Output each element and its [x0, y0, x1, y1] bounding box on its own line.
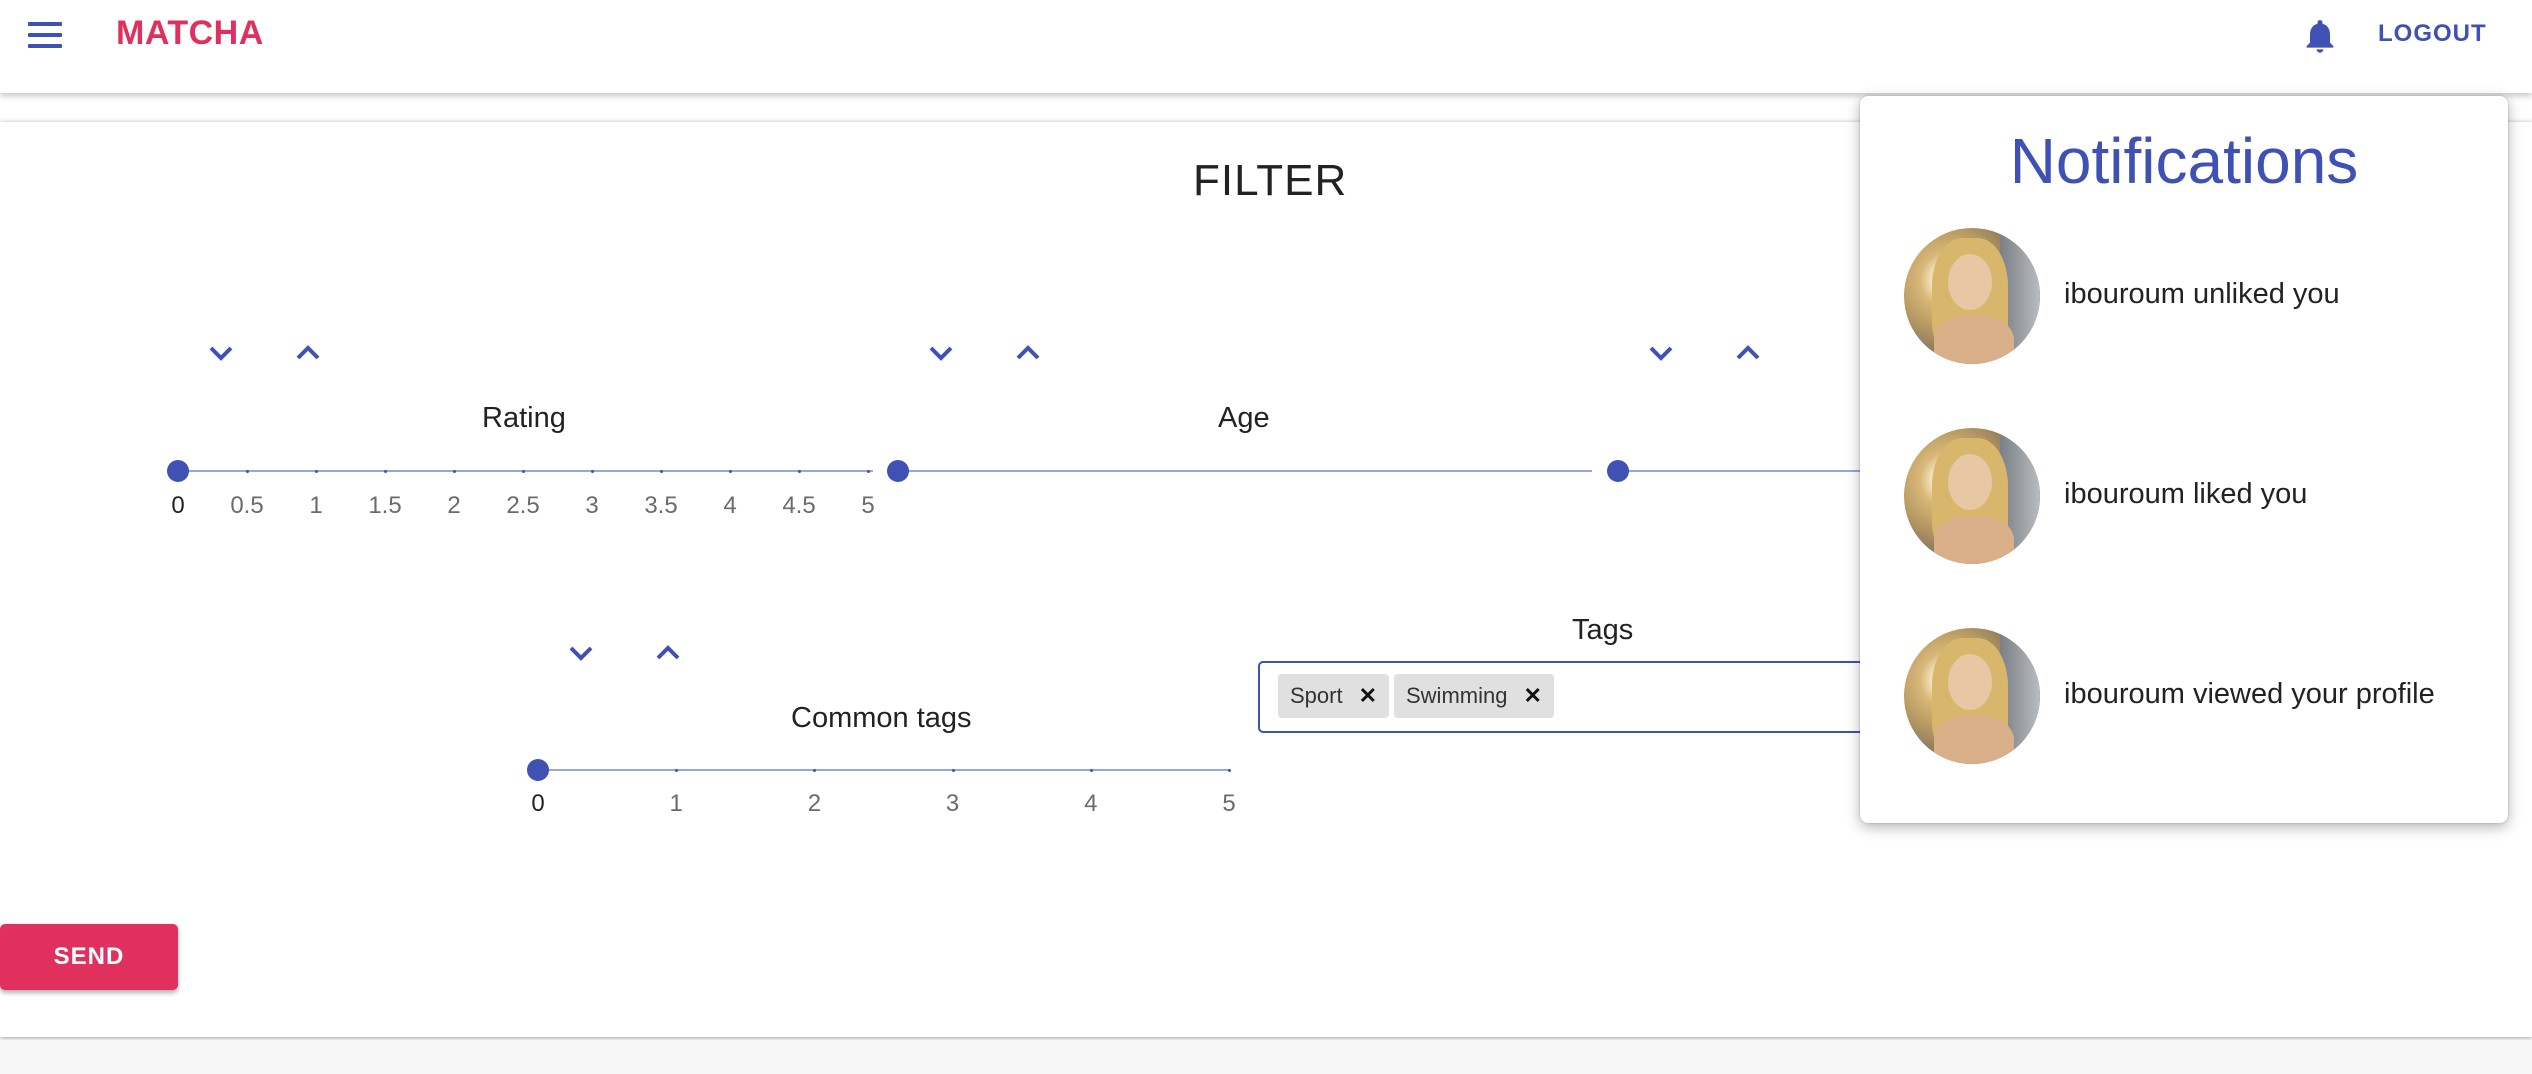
age-slider-thumb[interactable] [887, 460, 909, 482]
slider-tick [246, 469, 249, 473]
common-tags-slider-track[interactable] [538, 769, 1230, 771]
tag-chip-label: Swimming [1406, 683, 1508, 708]
close-icon[interactable]: ✕ [1359, 674, 1377, 718]
slider-mark-label: 4 [723, 492, 737, 519]
chevron-down-icon[interactable] [1646, 342, 1676, 364]
bell-icon[interactable] [2300, 16, 2340, 56]
slider-mark-label: 4 [1084, 790, 1098, 817]
slider-mark-label: 0 [171, 492, 185, 519]
slider-mark-label: 1 [309, 492, 323, 519]
common-tags-slider-thumb[interactable] [527, 759, 549, 781]
notification-item[interactable]: ibouroum liked you [1904, 428, 2484, 568]
close-icon[interactable]: ✕ [1523, 674, 1541, 718]
slider-tick [1089, 768, 1093, 772]
slider-tick [951, 768, 955, 772]
slider-mark-label: 2 [447, 492, 461, 519]
rating-label: Rating [482, 402, 566, 434]
slider-tick [591, 469, 594, 473]
slider-mark-label: 4.5 [782, 492, 816, 519]
slider-mark-label: 0.5 [230, 492, 264, 519]
slider-tick [729, 469, 732, 473]
rating-slider-track[interactable] [177, 470, 873, 472]
slider-mark-label: 2.5 [506, 492, 540, 519]
avatar [1904, 628, 2040, 764]
notification-text: ibouroum unliked you [2064, 278, 2340, 310]
chevron-up-icon[interactable] [1733, 342, 1763, 364]
chevron-up-icon[interactable] [1013, 342, 1043, 364]
notifications-panel: Notifications ibouroum unliked you ibour… [1860, 96, 2508, 823]
age-label: Age [1218, 402, 1270, 434]
chevron-up-icon[interactable] [653, 642, 683, 664]
hamburger-menu-icon-line [28, 44, 62, 48]
tag-chip-sport[interactable]: Sport ✕ [1278, 674, 1390, 718]
slider-mark-label: 3.5 [644, 492, 678, 519]
third-slider-thumb[interactable] [1607, 460, 1629, 482]
hamburger-menu-icon [28, 22, 62, 26]
tag-chip-label: Sport [1290, 683, 1343, 708]
notification-text: ibouroum viewed your profile [2064, 678, 2435, 710]
age-slider-track[interactable] [898, 470, 1592, 472]
avatar [1904, 228, 2040, 364]
common-tags-label: Common tags [791, 702, 972, 734]
chevron-down-icon[interactable] [206, 342, 236, 364]
tags-input[interactable]: Sport ✕ Swimming ✕ [1258, 661, 1902, 733]
slider-mark-label: 0 [531, 790, 545, 817]
footer [0, 1040, 2532, 1074]
app-bar: MATCHA LOGOUT [0, 0, 2532, 93]
chevron-up-icon[interactable] [293, 342, 323, 364]
slider-tick [660, 469, 663, 473]
slider-mark-label: 5 [861, 492, 875, 519]
slider-tick [315, 469, 318, 473]
menu-button[interactable] [22, 18, 68, 52]
notification-item[interactable]: ibouroum unliked you [1904, 228, 2484, 368]
slider-tick [675, 768, 679, 772]
slider-tick [384, 469, 387, 473]
slider-tick [1228, 768, 1231, 772]
chevron-down-icon[interactable] [566, 642, 596, 664]
slider-mark-label: 1 [669, 790, 683, 817]
notifications-title: Notifications [2009, 125, 2359, 197]
logout-button[interactable]: LOGOUT [2378, 20, 2487, 48]
tag-chip-swimming[interactable]: Swimming ✕ [1394, 674, 1554, 718]
slider-tick [798, 469, 801, 473]
slider-mark-label: 3 [585, 492, 599, 519]
slider-tick [867, 469, 870, 473]
send-button[interactable]: SEND [0, 924, 178, 990]
slider-tick [453, 469, 456, 473]
app-brand[interactable]: MATCHA [116, 14, 264, 53]
avatar [1904, 428, 2040, 564]
slider-mark-label: 2 [807, 790, 822, 817]
third-slider-track[interactable] [1618, 470, 1878, 472]
slider-tick [522, 469, 525, 473]
notification-item[interactable]: ibouroum viewed your profile [1904, 628, 2484, 768]
notification-text: ibouroum liked you [2064, 478, 2308, 510]
chevron-down-icon[interactable] [926, 342, 956, 364]
slider-mark-label: 1.5 [368, 492, 402, 519]
slider-mark-label: 3 [945, 790, 960, 817]
filter-title: FILTER [1193, 156, 1348, 205]
slider-mark-label: 5 [1222, 790, 1236, 817]
rating-slider-thumb[interactable] [167, 460, 189, 482]
hamburger-menu-icon-line [28, 33, 62, 37]
tags-label: Tags [1572, 614, 1634, 646]
